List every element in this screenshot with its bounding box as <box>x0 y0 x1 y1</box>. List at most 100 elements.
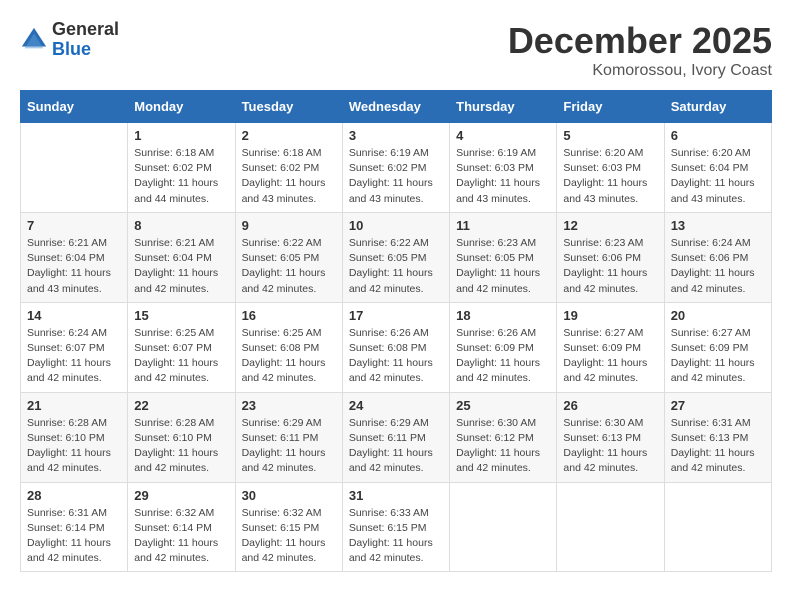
calendar-week-row: 7 Sunrise: 6:21 AMSunset: 6:04 PMDaylight… <box>21 212 772 302</box>
day-info: Sunrise: 6:25 AMSunset: 6:07 PMDaylight:… <box>134 326 228 387</box>
calendar-cell: 30 Sunrise: 6:32 AMSunset: 6:15 PMDayligh… <box>235 482 342 572</box>
calendar-cell: 17Sunrise: 6:26 AMSunset: 6:08 PMDayligh… <box>342 302 449 392</box>
day-info: Sunrise: 6:21 AMSunset: 6:04 PMDaylight:… <box>27 236 121 297</box>
day-of-week-header: Sunday <box>21 91 128 123</box>
day-info: Sunrise: 6:20 AMSunset: 6:04 PMDaylight:… <box>671 146 765 207</box>
day-number: 23 <box>242 398 336 413</box>
calendar-cell: 18 Sunrise: 6:26 AMSunset: 6:09 PMDayligh… <box>450 302 557 392</box>
day-number: 31 <box>349 488 443 503</box>
day-number: 3 <box>349 128 443 143</box>
calendar-cell: 21 Sunrise: 6:28 AMSunset: 6:10 PMDayligh… <box>21 392 128 482</box>
day-info: Sunrise: 6:30 AMSunset: 6:13 PMDaylight:… <box>563 416 657 477</box>
calendar-cell: 31Sunrise: 6:33 AMSunset: 6:15 PMDayligh… <box>342 482 449 572</box>
day-info: Sunrise: 6:29 AMSunset: 6:11 PMDaylight:… <box>242 416 336 477</box>
day-number: 16 <box>242 308 336 323</box>
day-number: 14 <box>27 308 121 323</box>
calendar-cell: 7 Sunrise: 6:21 AMSunset: 6:04 PMDaylight… <box>21 212 128 302</box>
day-number: 21 <box>27 398 121 413</box>
day-number: 6 <box>671 128 765 143</box>
calendar-cell: 13Sunrise: 6:24 AMSunset: 6:06 PMDayligh… <box>664 212 771 302</box>
calendar-cell: 19 Sunrise: 6:27 AMSunset: 6:09 PMDayligh… <box>557 302 664 392</box>
calendar-cell: 16 Sunrise: 6:25 AMSunset: 6:08 PMDayligh… <box>235 302 342 392</box>
day-info: Sunrise: 6:26 AMSunset: 6:09 PMDaylight:… <box>456 326 550 387</box>
location: Komorossou, Ivory Coast <box>508 62 772 80</box>
day-info: Sunrise: 6:31 AMSunset: 6:14 PMDaylight:… <box>27 506 121 567</box>
day-number: 30 <box>242 488 336 503</box>
day-info: Sunrise: 6:27 AMSunset: 6:09 PMDaylight:… <box>563 326 657 387</box>
calendar-cell: 8 Sunrise: 6:21 AMSunset: 6:04 PMDaylight… <box>128 212 235 302</box>
calendar-week-row: 21 Sunrise: 6:28 AMSunset: 6:10 PMDayligh… <box>21 392 772 482</box>
logo: General Blue <box>20 20 119 60</box>
calendar-cell: 5Sunrise: 6:20 AMSunset: 6:03 PMDaylight… <box>557 123 664 213</box>
calendar-cell: 10 Sunrise: 6:22 AMSunset: 6:05 PMDayligh… <box>342 212 449 302</box>
day-info: Sunrise: 6:27 AMSunset: 6:09 PMDaylight:… <box>671 326 765 387</box>
calendar-week-row: 1 Sunrise: 6:18 AMSunset: 6:02 PMDaylight… <box>21 123 772 213</box>
title-section: December 2025 Komorossou, Ivory Coast <box>508 20 772 80</box>
day-number: 26 <box>563 398 657 413</box>
day-number: 11 <box>456 218 550 233</box>
calendar-cell: 9 Sunrise: 6:22 AMSunset: 6:05 PMDaylight… <box>235 212 342 302</box>
day-info: Sunrise: 6:18 AMSunset: 6:02 PMDaylight:… <box>134 146 228 207</box>
calendar-cell: 12 Sunrise: 6:23 AMSunset: 6:06 PMDayligh… <box>557 212 664 302</box>
day-number: 27 <box>671 398 765 413</box>
day-info: Sunrise: 6:23 AMSunset: 6:05 PMDaylight:… <box>456 236 550 297</box>
calendar-cell: 4Sunrise: 6:19 AMSunset: 6:03 PMDaylight… <box>450 123 557 213</box>
calendar-week-row: 28 Sunrise: 6:31 AMSunset: 6:14 PMDayligh… <box>21 482 772 572</box>
day-number: 28 <box>27 488 121 503</box>
day-of-week-header: Friday <box>557 91 664 123</box>
day-info: Sunrise: 6:30 AMSunset: 6:12 PMDaylight:… <box>456 416 550 477</box>
logo-blue: Blue <box>52 40 119 60</box>
day-info: Sunrise: 6:20 AMSunset: 6:03 PMDaylight:… <box>563 146 657 207</box>
day-info: Sunrise: 6:28 AMSunset: 6:10 PMDaylight:… <box>27 416 121 477</box>
day-info: Sunrise: 6:19 AMSunset: 6:02 PMDaylight:… <box>349 146 443 207</box>
calendar-cell: 15 Sunrise: 6:25 AMSunset: 6:07 PMDayligh… <box>128 302 235 392</box>
day-info: Sunrise: 6:24 AMSunset: 6:06 PMDaylight:… <box>671 236 765 297</box>
day-of-week-header: Thursday <box>450 91 557 123</box>
day-number: 8 <box>134 218 228 233</box>
calendar-cell: 25Sunrise: 6:30 AMSunset: 6:12 PMDayligh… <box>450 392 557 482</box>
calendar-cell: 24Sunrise: 6:29 AMSunset: 6:11 PMDayligh… <box>342 392 449 482</box>
calendar-cell: 22Sunrise: 6:28 AMSunset: 6:10 PMDayligh… <box>128 392 235 482</box>
calendar-cell <box>664 482 771 572</box>
calendar-cell: 23 Sunrise: 6:29 AMSunset: 6:11 PMDayligh… <box>235 392 342 482</box>
month-title: December 2025 <box>508 20 772 62</box>
day-number: 18 <box>456 308 550 323</box>
day-of-week-header: Tuesday <box>235 91 342 123</box>
day-number: 29 <box>134 488 228 503</box>
calendar-cell <box>21 123 128 213</box>
calendar-week-row: 14Sunrise: 6:24 AMSunset: 6:07 PMDayligh… <box>21 302 772 392</box>
header-row: SundayMondayTuesdayWednesdayThursdayFrid… <box>21 91 772 123</box>
day-info: Sunrise: 6:21 AMSunset: 6:04 PMDaylight:… <box>134 236 228 297</box>
day-info: Sunrise: 6:31 AMSunset: 6:13 PMDaylight:… <box>671 416 765 477</box>
calendar-cell: 1 Sunrise: 6:18 AMSunset: 6:02 PMDaylight… <box>128 123 235 213</box>
day-info: Sunrise: 6:22 AMSunset: 6:05 PMDaylight:… <box>349 236 443 297</box>
day-number: 15 <box>134 308 228 323</box>
calendar-cell: 3 Sunrise: 6:19 AMSunset: 6:02 PMDaylight… <box>342 123 449 213</box>
day-of-week-header: Saturday <box>664 91 771 123</box>
page-header: General Blue December 2025 Komorossou, I… <box>20 20 772 80</box>
calendar-cell <box>450 482 557 572</box>
logo-text: General Blue <box>52 20 119 60</box>
day-number: 7 <box>27 218 121 233</box>
day-number: 22 <box>134 398 228 413</box>
day-info: Sunrise: 6:25 AMSunset: 6:08 PMDaylight:… <box>242 326 336 387</box>
day-number: 1 <box>134 128 228 143</box>
day-number: 19 <box>563 308 657 323</box>
day-info: Sunrise: 6:32 AMSunset: 6:15 PMDaylight:… <box>242 506 336 567</box>
calendar-header: SundayMondayTuesdayWednesdayThursdayFrid… <box>21 91 772 123</box>
day-number: 2 <box>242 128 336 143</box>
calendar-cell: 29Sunrise: 6:32 AMSunset: 6:14 PMDayligh… <box>128 482 235 572</box>
day-of-week-header: Monday <box>128 91 235 123</box>
day-info: Sunrise: 6:23 AMSunset: 6:06 PMDaylight:… <box>563 236 657 297</box>
day-number: 12 <box>563 218 657 233</box>
day-info: Sunrise: 6:26 AMSunset: 6:08 PMDaylight:… <box>349 326 443 387</box>
day-number: 10 <box>349 218 443 233</box>
day-info: Sunrise: 6:22 AMSunset: 6:05 PMDaylight:… <box>242 236 336 297</box>
day-info: Sunrise: 6:18 AMSunset: 6:02 PMDaylight:… <box>242 146 336 207</box>
day-number: 9 <box>242 218 336 233</box>
calendar-cell: 20Sunrise: 6:27 AMSunset: 6:09 PMDayligh… <box>664 302 771 392</box>
calendar-cell <box>557 482 664 572</box>
day-info: Sunrise: 6:19 AMSunset: 6:03 PMDaylight:… <box>456 146 550 207</box>
calendar-cell: 27 Sunrise: 6:31 AMSunset: 6:13 PMDayligh… <box>664 392 771 482</box>
logo-icon <box>20 26 48 54</box>
